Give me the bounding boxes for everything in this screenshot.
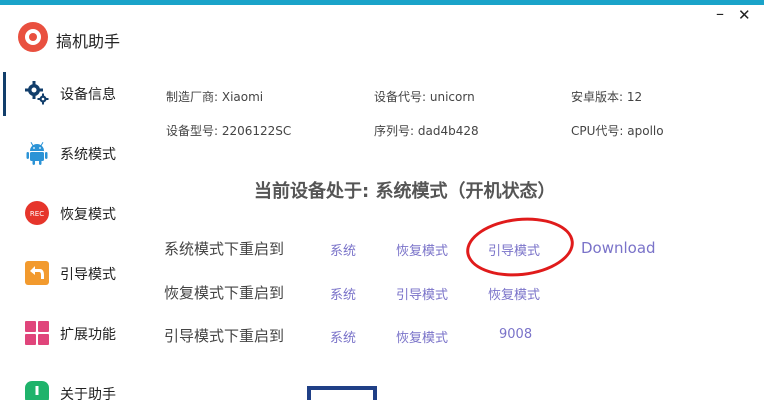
reboot-bootloader-to-system-link[interactable]: 系统 [330, 327, 356, 346]
rec-icon-text: REC [30, 210, 44, 218]
sidebar-item-device-info[interactable]: 设备信息 [0, 72, 150, 116]
sidebar-item-label: 恢复模式 [60, 207, 116, 223]
sidebar-item-bootloader-mode[interactable]: 引导模式 [0, 252, 150, 296]
sidebar-item-extensions[interactable]: 扩展功能 [0, 312, 150, 356]
reboot-recovery-to-bootloader-link[interactable]: 引导模式 [396, 284, 448, 303]
gear-icon [25, 81, 49, 105]
sidebar-item-label: 引导模式 [60, 267, 116, 283]
reboot-row-label-bootloader: 引导模式下重启到 [164, 327, 285, 345]
grid-icon [25, 321, 49, 345]
serial-number: 序列号: dad4b428 [374, 124, 479, 138]
app-title: 搞机助手 [56, 32, 121, 51]
app-logo-icon [18, 22, 48, 52]
sidebar-item-label: 扩展功能 [60, 327, 116, 343]
device-codename: 设备代号: unicorn [374, 90, 475, 104]
reboot-bootloader-to-recovery-link[interactable]: 恢复模式 [396, 327, 448, 346]
reboot-recovery-to-recovery-link[interactable]: 恢复模式 [488, 284, 540, 303]
android-icon [26, 142, 48, 165]
minimize-button[interactable]: – [716, 4, 724, 23]
sidebar-item-system-mode[interactable]: 系统模式 [0, 132, 150, 176]
sidebar-item-recovery-mode[interactable]: REC 恢复模式 [0, 192, 150, 236]
info-icon [25, 381, 49, 400]
reboot-bootloader-to-9008-link[interactable]: 9008 [499, 327, 532, 342]
sidebar-item-label: 设备信息 [60, 87, 116, 103]
rec-icon: REC [25, 201, 49, 225]
cpu-codename: CPU代号: apollo [571, 124, 664, 138]
close-button[interactable]: ✕ [738, 6, 751, 24]
device-image-frame [307, 386, 377, 400]
device-manufacturer: 制造厂商: Xiaomi [166, 90, 264, 104]
sidebar-item-label: 系统模式 [60, 147, 116, 163]
sidebar-item-label: 关于助手 [60, 387, 116, 400]
reboot-row-label-recovery: 恢复模式下重启到 [164, 284, 285, 302]
android-version: 安卓版本: 12 [571, 90, 643, 104]
sidebar-item-about[interactable]: 关于助手 [0, 372, 150, 400]
reboot-system-to-download-link[interactable]: Download [581, 239, 656, 257]
reboot-row-label-system: 系统模式下重启到 [164, 240, 285, 258]
title-accent-bar [0, 0, 764, 5]
back-arrow-icon [25, 261, 49, 285]
device-model: 设备型号: 2206122SC [166, 124, 292, 138]
reboot-system-to-recovery-link[interactable]: 恢复模式 [396, 240, 448, 259]
reboot-recovery-to-system-link[interactable]: 系统 [330, 284, 356, 303]
red-annotation-circle [463, 212, 577, 282]
device-status-title: 当前设备处于: 系统模式（开机状态） [254, 181, 556, 202]
reboot-system-to-system-link[interactable]: 系统 [330, 240, 356, 259]
